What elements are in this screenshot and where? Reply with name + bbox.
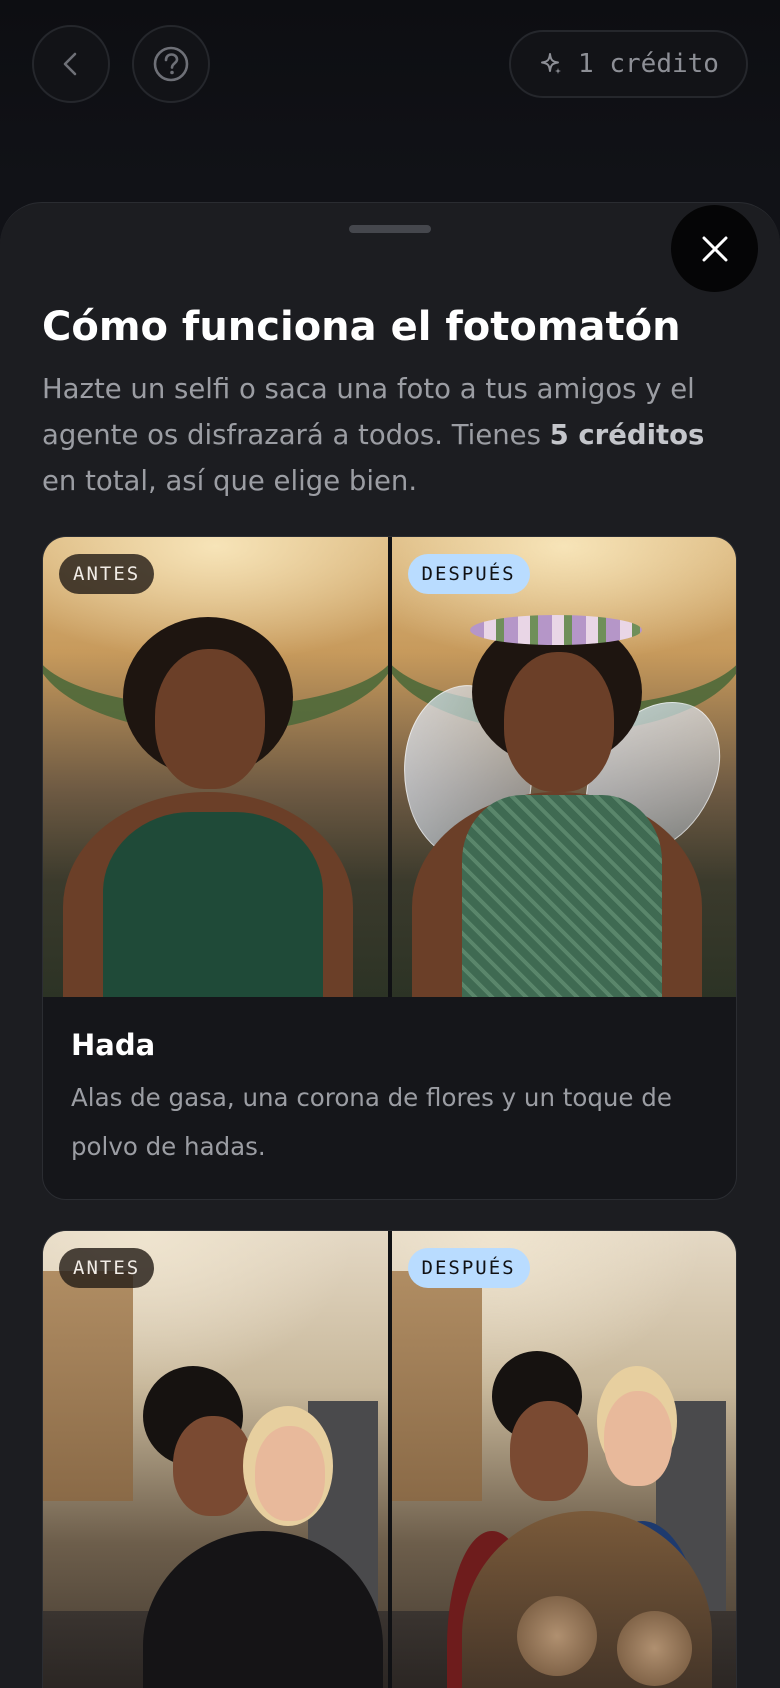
question-circle-icon	[153, 46, 189, 82]
after-photo: DESPUÉS	[391, 1231, 736, 1688]
credits-indicator[interactable]: 1 crédito	[509, 30, 748, 98]
costume-description: Alas de gasa, una corona de flores y un …	[71, 1083, 672, 1161]
before-photo: ANTES	[43, 1231, 388, 1688]
before-after-images: ANTES DESPUÉS	[43, 1231, 736, 1688]
help-button[interactable]	[132, 25, 210, 103]
before-badge: ANTES	[59, 1248, 155, 1288]
sparkle-icon	[541, 53, 562, 74]
card-body: Hada Alas de gasa, una corona de flores …	[43, 997, 736, 1199]
after-badge: DESPUÉS	[407, 554, 530, 594]
back-button[interactable]	[32, 25, 110, 103]
close-icon	[702, 236, 727, 261]
credits-label: 1 crédito	[578, 49, 719, 79]
costume-card-fairy[interactable]: ANTES DESPUÉS Hada Alas de gasa, una cor…	[42, 536, 737, 1200]
sheet-title: Cómo funciona el fotomatón	[42, 304, 681, 350]
after-photo: DESPUÉS	[391, 537, 736, 997]
costume-title: Hada	[71, 1028, 156, 1062]
sheet-description: Hazte un selfi o saca una foto a tus ami…	[42, 373, 705, 497]
close-button[interactable]	[671, 205, 758, 292]
how-it-works-sheet: Cómo funciona el fotomatón Hazte un self…	[0, 202, 780, 1688]
chevron-left-icon	[63, 52, 77, 76]
sheet-drag-handle[interactable]	[349, 225, 431, 233]
before-after-images: ANTES DESPUÉS	[43, 537, 736, 997]
costume-card-warrior[interactable]: ANTES DESPUÉS	[42, 1230, 737, 1688]
before-photo: ANTES	[43, 537, 388, 997]
credits-highlight: 5 créditos	[549, 419, 705, 451]
photobooth-screen: 1 crédito Cómo funciona el fotomatón Haz…	[0, 0, 780, 1688]
before-badge: ANTES	[59, 554, 155, 594]
after-badge: DESPUÉS	[407, 1248, 530, 1288]
